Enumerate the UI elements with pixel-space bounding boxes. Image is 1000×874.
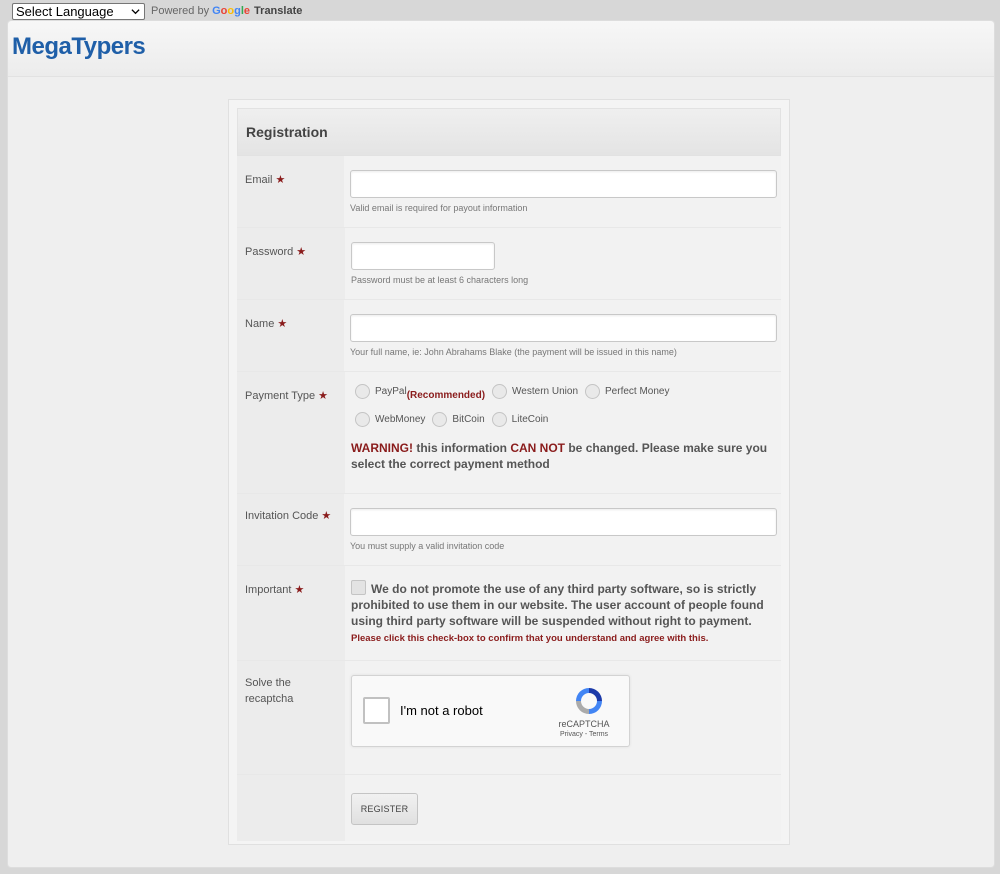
google-translate-bar: Select Language Powered by Google Transl… xyxy=(12,2,302,20)
password-label-cell: Password ★ xyxy=(237,228,345,299)
invitation-code-field[interactable] xyxy=(350,508,777,536)
name-field[interactable] xyxy=(350,314,777,342)
name-hint: Your full name, ie: John Abrahams Blake … xyxy=(350,347,677,357)
important-control-cell: We do not promote the use of any third p… xyxy=(345,566,781,660)
required-star-icon: ★ xyxy=(294,584,305,596)
important-confirm-text: Please click this check-box to confirm t… xyxy=(351,633,709,644)
email-control-cell: Valid email is required for payout infor… xyxy=(344,156,781,227)
google-logo: Google xyxy=(212,5,251,17)
warning-cannot: CAN NOT xyxy=(510,441,566,455)
name-row: Name ★ Your full name, ie: John Abrahams … xyxy=(237,300,781,372)
recaptcha-text: I'm not a robot xyxy=(400,703,483,718)
required-star-icon: ★ xyxy=(275,174,286,186)
registration-panel: Registration Email ★ Valid email is requi… xyxy=(228,99,790,845)
option-western-union[interactable]: Western Union xyxy=(488,384,578,399)
email-label-cell: Email ★ xyxy=(237,156,344,227)
important-row: Important ★ We do not promote the use of … xyxy=(237,566,781,661)
option-litecoin[interactable]: LiteCoin xyxy=(488,412,549,427)
email-row: Email ★ Valid email is required for payou… xyxy=(237,156,781,228)
option-western-union-label: Western Union xyxy=(512,386,579,397)
password-field[interactable] xyxy=(351,242,495,270)
page-container: MegaTypers Registration Email ★ Valid ema… xyxy=(7,20,995,868)
payment-control-cell: PayPal (Recommended) Western Union Perfec… xyxy=(345,372,781,493)
email-field[interactable] xyxy=(350,170,777,198)
form-title: Registration xyxy=(237,108,781,156)
payment-label-cell: Payment Type ★ xyxy=(237,372,345,493)
important-text: We do not promote the use of any third p… xyxy=(351,582,764,628)
captcha-control-cell: I'm not a robot reCAPTCHA Privacy - Term… xyxy=(345,661,781,774)
translate-link[interactable]: Translate xyxy=(254,5,302,17)
radio-litecoin[interactable] xyxy=(491,412,507,427)
option-webmoney-label: WebMoney xyxy=(375,414,426,425)
option-webmoney[interactable]: WebMoney xyxy=(351,412,425,427)
register-label-cell xyxy=(237,775,345,841)
radio-western-union[interactable] xyxy=(492,384,508,399)
register-row: REGISTER xyxy=(237,775,781,841)
required-star-icon: ★ xyxy=(318,390,328,402)
language-select-label: Select Language xyxy=(16,3,114,19)
email-hint: Valid email is required for payout infor… xyxy=(350,203,528,213)
invitation-label-cell: Invitation Code ★ xyxy=(237,494,344,565)
payment-options-line-2: WebMoney BitCoin LiteCoin xyxy=(351,412,777,427)
important-label: Important xyxy=(245,584,292,596)
option-perfect-money-label: Perfect Money xyxy=(605,386,670,397)
required-star-icon: ★ xyxy=(277,318,288,330)
option-bitcoin-label: BitCoin xyxy=(452,414,485,425)
agree-checkbox[interactable] xyxy=(351,580,366,595)
payment-options-line-1: PayPal (Recommended) Western Union Perfec… xyxy=(351,384,777,401)
option-litecoin-label: LiteCoin xyxy=(511,414,549,425)
invitation-control-cell: You must supply a valid invitation code xyxy=(344,494,781,565)
password-row: Password ★ Password must be at least 6 ch… xyxy=(237,228,781,300)
invitation-hint: You must supply a valid invitation code xyxy=(350,541,505,551)
name-label-cell: Name ★ xyxy=(237,300,344,371)
password-control-cell: Password must be at least 6 characters l… xyxy=(345,228,781,299)
warning-mid: this information xyxy=(413,441,511,455)
recaptcha-logo-icon xyxy=(576,688,602,714)
option-paypal-label: PayPal xyxy=(375,386,407,397)
language-select[interactable]: Select Language xyxy=(12,2,145,20)
radio-perfect-money[interactable] xyxy=(585,384,601,399)
recaptcha-brand: reCAPTCHA xyxy=(558,719,610,729)
important-notice: We do not promote the use of any third p… xyxy=(351,580,777,647)
password-label: Password xyxy=(245,246,294,258)
option-perfect-money[interactable]: Perfect Money xyxy=(581,384,670,399)
invitation-label: Invitation Code xyxy=(245,510,319,522)
radio-bitcoin[interactable] xyxy=(432,412,448,427)
payment-row: Payment Type ★ PayPal (Recommended) Wester… xyxy=(237,372,781,494)
powered-by: Powered by Google Translate xyxy=(151,5,302,17)
register-button[interactable]: REGISTER xyxy=(351,793,418,825)
captcha-row: Solve the recaptcha I'm not a robot reCA… xyxy=(237,661,781,775)
privacy-link[interactable]: Privacy xyxy=(560,731,583,738)
recaptcha-widget: I'm not a robot reCAPTCHA Privacy - Term… xyxy=(351,675,630,747)
radio-webmoney[interactable] xyxy=(355,412,370,427)
important-label-cell: Important ★ xyxy=(237,566,345,660)
site-logo[interactable]: MegaTypers xyxy=(12,33,146,61)
option-paypal[interactable]: PayPal (Recommended) xyxy=(351,384,486,401)
required-star-icon: ★ xyxy=(321,510,332,522)
email-label: Email xyxy=(245,174,273,186)
warning-prefix: WARNING! xyxy=(351,441,413,455)
password-hint: Password must be at least 6 characters l… xyxy=(351,275,529,285)
powered-by-text: Powered by xyxy=(151,5,210,17)
option-bitcoin[interactable]: BitCoin xyxy=(428,412,485,427)
invitation-row: Invitation Code ★ You must supply a valid… xyxy=(237,494,781,566)
payment-label: Payment Type xyxy=(245,390,316,402)
chevron-down-icon xyxy=(131,8,140,14)
recaptcha-links: Privacy - Terms xyxy=(551,731,617,738)
captcha-label-cell: Solve the recaptcha xyxy=(237,661,345,774)
radio-paypal[interactable] xyxy=(355,384,370,399)
captcha-label: Solve the recaptcha xyxy=(245,677,294,705)
name-label: Name xyxy=(245,318,275,330)
site-header: MegaTypers xyxy=(8,21,994,77)
recaptcha-checkbox[interactable] xyxy=(363,697,390,724)
register-control-cell: REGISTER xyxy=(345,775,781,841)
required-star-icon: ★ xyxy=(296,246,307,258)
recommended-badge: (Recommended) xyxy=(406,390,486,401)
terms-link[interactable]: Terms xyxy=(589,731,608,738)
payment-warning: WARNING! this information CAN NOT be cha… xyxy=(351,440,777,472)
name-control-cell: Your full name, ie: John Abrahams Blake … xyxy=(344,300,781,371)
